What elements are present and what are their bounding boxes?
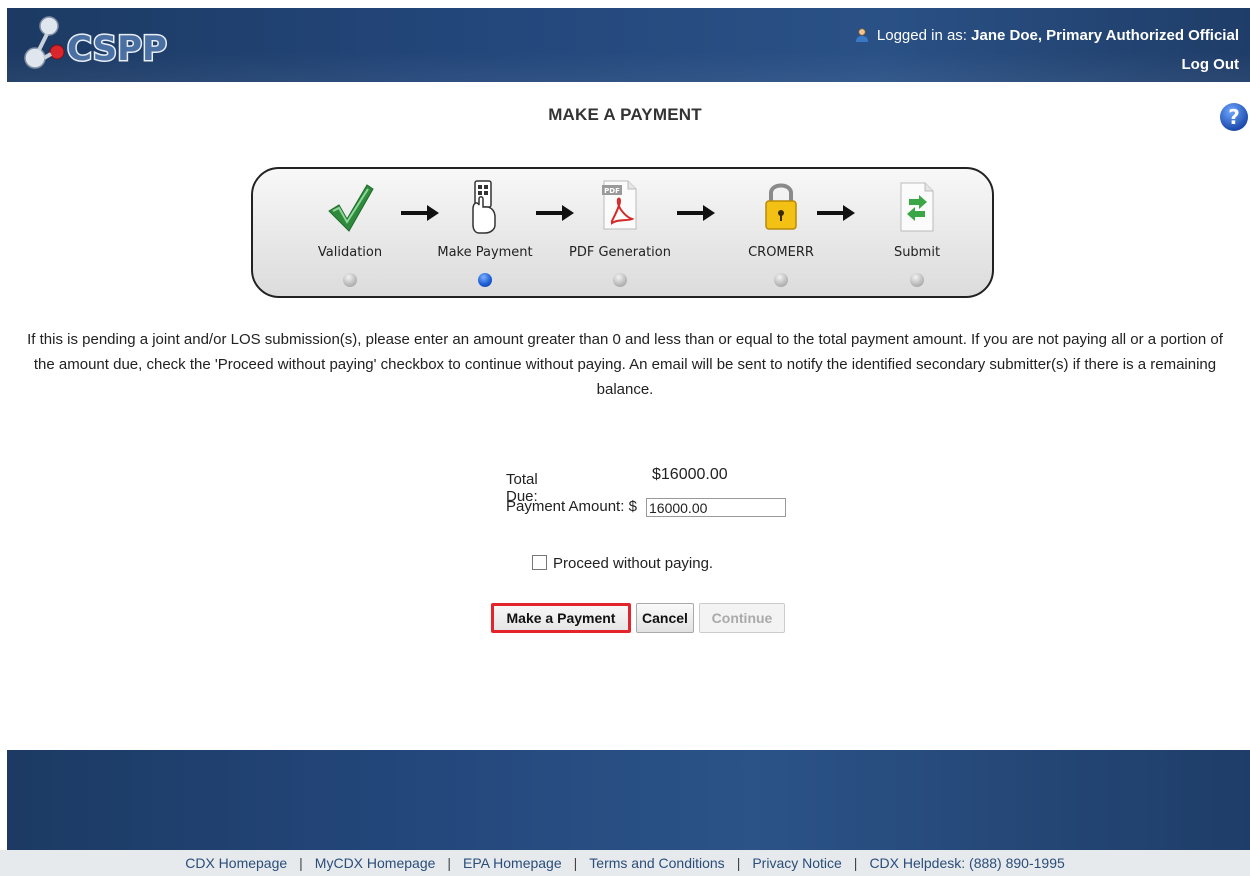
footer-link-helpdesk[interactable]: CDX Helpdesk: (888) 890-1995 <box>869 855 1064 871</box>
footer-link-cdx-homepage[interactable]: CDX Homepage <box>185 855 287 871</box>
instructions-text: If this is pending a joint and/or LOS su… <box>27 331 1223 398</box>
lock-icon <box>761 183 801 237</box>
login-info: Logged in as: Jane Doe, Primary Authoriz… <box>855 27 1239 46</box>
step-indicator-active <box>478 273 492 287</box>
footer-separator: | <box>573 855 578 871</box>
proceed-without-paying[interactable]: Proceed without paying. <box>532 555 713 572</box>
footer-link-privacy[interactable]: Privacy Notice <box>752 855 841 871</box>
step-indicator <box>774 273 788 287</box>
logout-link[interactable]: Log Out <box>1182 56 1239 73</box>
step-label: Submit <box>893 245 941 260</box>
cancel-button[interactable]: Cancel <box>636 603 694 633</box>
footer-band <box>7 750 1250 850</box>
user-name: Jane Doe, Primary Authorized Official <box>971 27 1239 44</box>
svg-text:PDF: PDF <box>604 187 620 195</box>
proceed-checkbox[interactable] <box>532 555 547 570</box>
progress-steps: Validation Make Payment PDF PDF Generati… <box>251 167 994 298</box>
footer-separator: | <box>853 855 858 871</box>
step-label: PDF Generation <box>569 245 671 260</box>
arrow-right-icon <box>401 205 439 226</box>
arrow-right-icon <box>817 205 855 226</box>
step-label: Validation <box>317 245 383 260</box>
step-pdf-generation: PDF PDF Generation <box>569 177 671 287</box>
svg-text:CSPP: CSPP <box>67 29 167 69</box>
checkmark-icon <box>325 184 375 237</box>
payment-amount-input[interactable] <box>646 498 786 517</box>
step-submit: Submit <box>894 179 940 287</box>
arrow-right-icon <box>536 205 574 226</box>
footer-separator: | <box>447 855 452 871</box>
proceed-label: Proceed without paying. <box>553 555 714 572</box>
step-make-payment: Make Payment <box>437 179 533 287</box>
footer-separator: | <box>299 855 303 871</box>
make-payment-button[interactable]: Make a Payment <box>491 603 631 633</box>
payment-hand-icon <box>465 180 505 239</box>
footer-separator: | <box>736 855 741 871</box>
total-due-value: $16000.00 <box>652 466 728 483</box>
submit-document-icon <box>897 182 937 237</box>
pdf-icon: PDF <box>600 180 640 237</box>
header-bar: CSPP Logged in as: Jane Doe, Primary Aut… <box>7 8 1250 82</box>
continue-button[interactable]: Continue <box>699 603 785 633</box>
cspp-logo[interactable]: CSPP <box>17 14 217 74</box>
help-icon[interactable]: ? <box>1219 102 1249 132</box>
step-validation: Validation <box>318 181 382 287</box>
payment-amount-label: Payment Amount: $ <box>506 498 637 515</box>
footer-link-epa-homepage[interactable]: EPA Homepage <box>463 855 562 871</box>
step-indicator <box>613 273 627 287</box>
step-cromerr: CROMERR <box>748 179 814 287</box>
footer-links: CDX Homepage | MyCDX Homepage | EPA Homepage… <box>0 850 1250 876</box>
logged-in-prefix: Logged in as: <box>876 27 967 44</box>
page-title: MAKE A PAYMENT <box>548 105 702 124</box>
step-indicator <box>343 273 357 287</box>
footer-link-mycdx-homepage[interactable]: MyCDX Homepage <box>315 855 436 871</box>
step-label: CROMERR <box>748 245 814 260</box>
user-icon <box>855 28 869 46</box>
footer-link-terms[interactable]: Terms and Conditions <box>589 855 724 871</box>
arrow-right-icon <box>677 205 715 226</box>
step-label: Make Payment <box>437 245 533 260</box>
svg-text:?: ? <box>1228 105 1240 129</box>
step-indicator <box>910 273 924 287</box>
